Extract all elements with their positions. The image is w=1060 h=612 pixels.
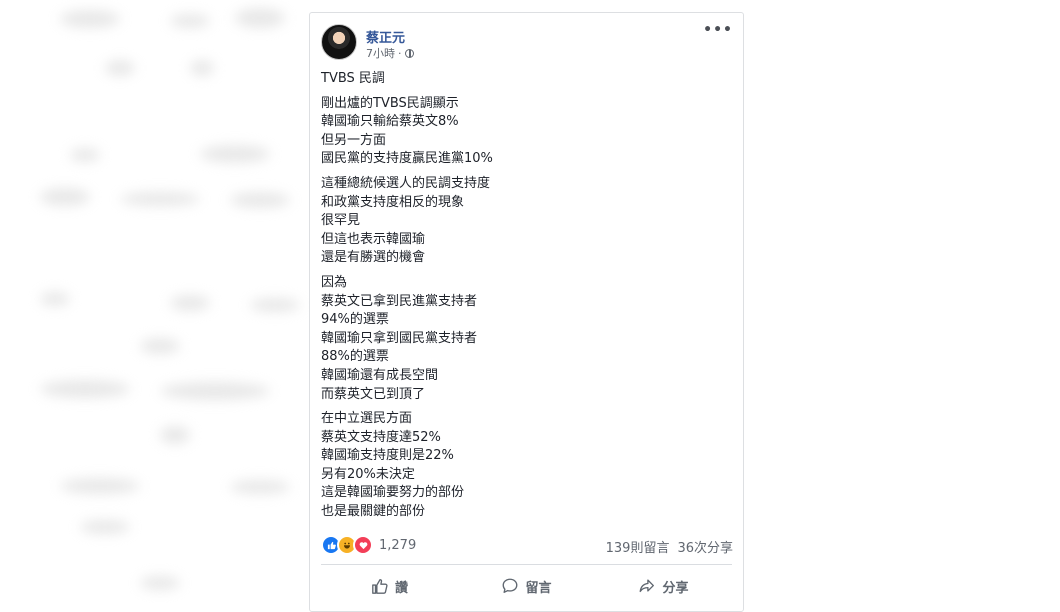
text-line: 蔡英文已拿到民進黨支持者 (321, 293, 478, 309)
text-line: 和政黨支持度相反的現象 (321, 194, 465, 210)
text-line: 國民黨的支持度贏民進黨10% (321, 151, 493, 167)
globe-icon[interactable] (404, 48, 414, 58)
paragraph-3: 因為 蔡英文已拿到民進黨支持者 94%的選票 韓國瑜只拿到國民黨支持者 88%的… (321, 274, 731, 404)
text-line: 94%的選票 (321, 312, 389, 328)
engagement-stats: 139則留言 36次分享 (606, 537, 733, 556)
text-line: 88%的選票 (321, 349, 389, 365)
post-meta: 7小時 · (366, 45, 414, 61)
text-line: 在中立選民方面 (321, 411, 413, 427)
text-line: 韓國瑜支持度則是22% (321, 448, 454, 464)
text-line: 韓國瑜只輸給蔡英文8% (321, 114, 459, 130)
text-line: 但這也表示韓國瑜 (321, 231, 426, 247)
speech-bubble-icon (503, 578, 518, 593)
reaction-count: 1,279 (379, 537, 417, 553)
text-line: 蔡英文支持度達52% (321, 429, 441, 445)
paragraph-2: 這種總統候選人的民調支持度 和政黨支持度相反的現象 很罕見 但這也表示韓國瑜 還… (321, 175, 731, 268)
reactions-summary[interactable]: 1,279 (321, 535, 416, 555)
post-actions: 讚 留言 分享 (321, 569, 732, 603)
text-line: 剛出爐的TVBS民調顯示 (321, 95, 459, 111)
text-line: 韓國瑜還有成長空間 (321, 367, 439, 383)
text-line: 韓國瑜只拿到國民黨支持者 (321, 330, 478, 346)
footer-divider (321, 564, 732, 565)
paragraph-1: 剛出爐的TVBS民調顯示 韓國瑜只輸給蔡英文8% 但另一方面 國民黨的支持度贏民… (321, 95, 731, 169)
meta-separator: · (398, 46, 402, 60)
more-options-icon[interactable]: ••• (703, 22, 733, 38)
love-reaction-icon (353, 535, 373, 555)
like-label: 讚 (394, 580, 408, 596)
share-count[interactable]: 36次分享 (677, 537, 733, 556)
author-name[interactable]: 蔡正元 (366, 27, 405, 46)
text-line: 也是最關鍵的部份 (321, 504, 426, 520)
share-arrow-icon (640, 579, 655, 593)
comment-button[interactable]: 留言 (458, 569, 595, 603)
comment-count[interactable]: 139則留言 (606, 537, 670, 556)
thumbs-up-icon (372, 579, 388, 594)
share-label: 分享 (662, 580, 689, 596)
text-line: 這種總統候選人的民調支持度 (321, 175, 491, 191)
text-line: 這是韓國瑜要努力的部份 (321, 485, 465, 501)
facebook-post-card: 蔡正元 7小時 · ••• TVBS 民調 剛出爐的TVBS民調顯示 韓國瑜只輸… (309, 12, 744, 612)
share-button[interactable]: 分享 (595, 569, 732, 603)
comment-label: 留言 (525, 580, 552, 596)
post-title: TVBS 民調 (321, 71, 385, 86)
text-line: 很罕見 (321, 213, 361, 229)
like-button[interactable]: 讚 (321, 569, 458, 603)
text-line: 另有20%未決定 (321, 466, 415, 482)
post-timestamp[interactable]: 7小時 (366, 45, 395, 61)
post-text: TVBS 民調 剛出爐的TVBS民調顯示 韓國瑜只輸給蔡英文8% 但另一方面 國… (321, 70, 731, 528)
text-line: 還是有勝選的機會 (321, 250, 426, 266)
author-avatar[interactable] (321, 24, 357, 60)
text-line: 因為 (321, 274, 348, 290)
text-line: 而蔡英文已到頂了 (321, 386, 426, 402)
paragraph-4: 在中立選民方面 蔡英文支持度達52% 韓國瑜支持度則是22% 另有20%未決定 … (321, 410, 731, 522)
text-line: 但另一方面 (321, 132, 387, 148)
